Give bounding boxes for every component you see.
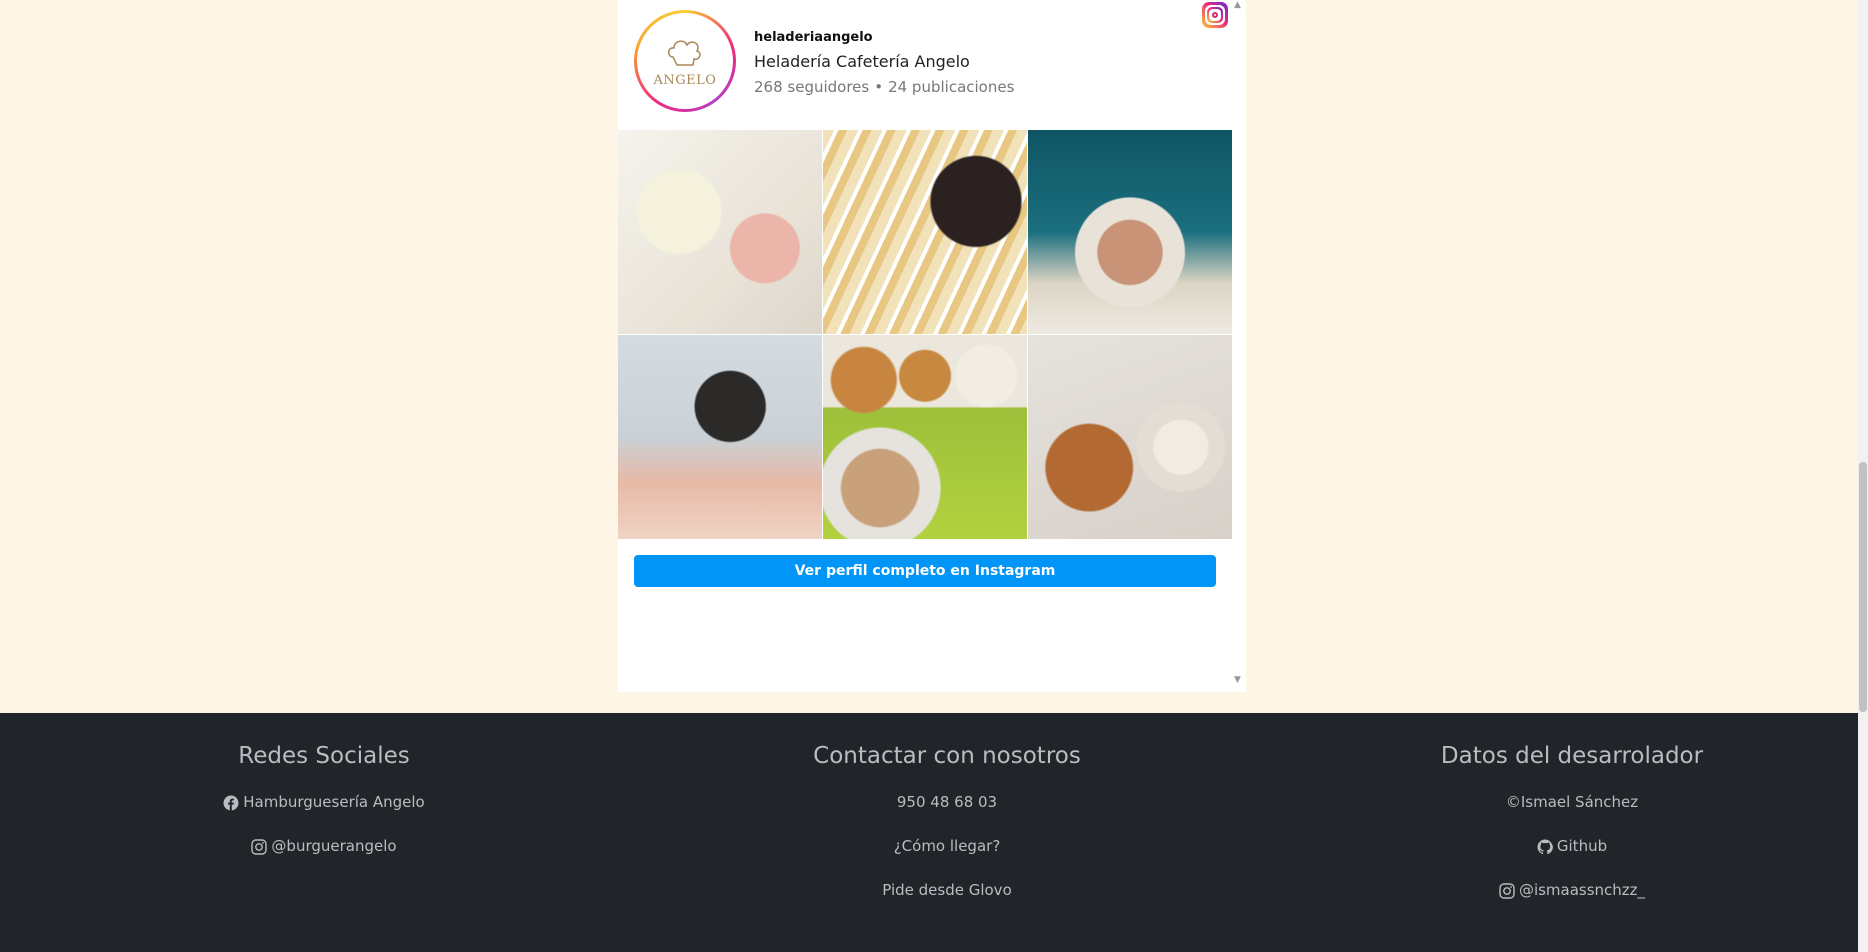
facebook-link[interactable]: Hamburguesería Angelo <box>104 793 544 837</box>
instagram-post-latte[interactable] <box>1028 130 1232 334</box>
footer-developer-column: Datos del desarrolador ©Ismael Sánchez G… <box>1352 743 1792 925</box>
footer-social-column: Redes Sociales Hamburguesería Angelo @bu… <box>104 743 544 881</box>
phone-link[interactable]: 950 48 68 03 <box>727 793 1167 837</box>
instagram-post-coffee-toast[interactable] <box>618 335 822 539</box>
developer-name: ©Ismael Sánchez <box>1505 793 1639 811</box>
instagram-post-croissants[interactable] <box>823 335 1027 539</box>
footer-contact-column: Contactar con nosotros 950 48 68 03 ¿Cóm… <box>727 743 1167 925</box>
profile-full-name: Heladería Cafetería Angelo <box>754 52 970 71</box>
avatar-logo-text: ANGELO <box>653 72 717 88</box>
github-link[interactable]: Github <box>1352 837 1792 881</box>
posts-count: 24 publicaciones <box>888 78 1015 96</box>
profile-username[interactable]: heladeriaangelo <box>754 30 873 45</box>
instagram-post-crepe[interactable] <box>823 130 1027 334</box>
chef-hat-logo-icon <box>667 39 701 66</box>
page-scrollbar-thumb[interactable] <box>1859 462 1867 712</box>
view-instagram-profile-button[interactable]: Ver perfil completo en Instagram <box>634 555 1216 587</box>
instagram-post-croissant-coffee[interactable] <box>1028 335 1232 539</box>
followers-count: 268 seguidores <box>754 78 870 96</box>
instagram-logo-icon[interactable] <box>1202 2 1228 28</box>
directions-label: ¿Cómo llegar? <box>893 837 1001 855</box>
instagram-icon <box>1499 883 1515 899</box>
profile-avatar[interactable]: ANGELO <box>634 10 736 112</box>
glovo-label: Pide desde Glovo <box>882 881 1012 899</box>
footer-developer-title: Datos del desarrolador <box>1440 743 1704 769</box>
stats-separator: • <box>874 78 884 96</box>
widget-scroll-down-arrow-icon[interactable]: ▼ <box>1234 675 1241 685</box>
footer-social-title: Redes Sociales <box>238 743 410 769</box>
instagram-photo-grid <box>618 130 1232 539</box>
page-scrollbar[interactable] <box>1858 0 1868 952</box>
instagram-developer-link[interactable]: @ismaassnchzz_ <box>1352 881 1792 925</box>
facebook-icon <box>223 795 239 811</box>
instagram-profile-header: ANGELO heladeriaangelo Heladería Cafeter… <box>618 0 1246 130</box>
facebook-link-label: Hamburguesería Angelo <box>243 793 425 811</box>
footer-contact-title: Contactar con nosotros <box>813 743 1081 769</box>
instagram-post-drinks[interactable] <box>618 130 822 334</box>
directions-link[interactable]: ¿Cómo llegar? <box>727 837 1167 881</box>
instagram-burguer-link[interactable]: @burguerangelo <box>104 837 544 881</box>
site-footer: Redes Sociales Hamburguesería Angelo @bu… <box>0 713 1858 952</box>
instagram-developer-label: @ismaassnchzz_ <box>1518 881 1646 899</box>
instagram-feed-widget: ANGELO heladeriaangelo Heladería Cafeter… <box>618 0 1246 692</box>
instagram-icon <box>251 839 268 855</box>
github-icon <box>1537 839 1553 855</box>
instagram-burguer-label: @burguerangelo <box>271 837 397 855</box>
developer-copyright: ©Ismael Sánchez <box>1352 793 1792 837</box>
widget-scroll-up-arrow-icon[interactable]: ▲ <box>1234 0 1241 10</box>
profile-stats: 268 seguidores • 24 publicaciones <box>754 78 1014 96</box>
phone-number: 950 48 68 03 <box>896 793 998 811</box>
glovo-link[interactable]: Pide desde Glovo <box>727 881 1167 925</box>
github-label: Github <box>1556 837 1608 855</box>
